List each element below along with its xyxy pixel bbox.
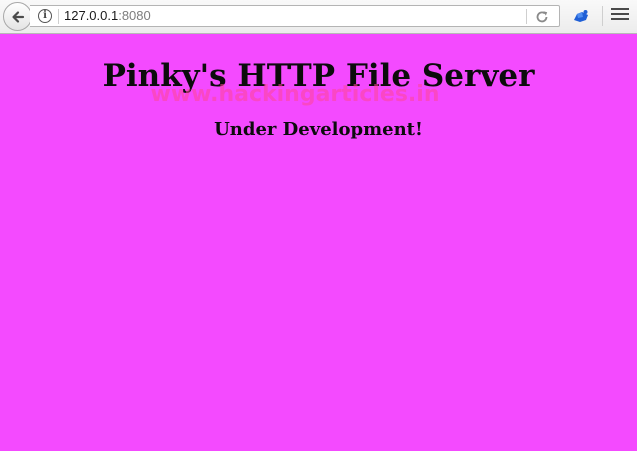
back-button[interactable]	[3, 2, 32, 31]
menu-bar-line	[611, 18, 629, 20]
reload-button[interactable]	[533, 8, 551, 25]
browser-toolbar: i 127.0.0.1:8080	[0, 0, 637, 34]
hamburger-menu-icon[interactable]	[611, 8, 629, 24]
menu-bar-line	[611, 13, 629, 15]
reload-icon	[536, 10, 548, 22]
back-arrow-icon	[11, 10, 24, 23]
page-subtitle: Under Development!	[214, 119, 423, 140]
url-text[interactable]: 127.0.0.1:8080	[64, 8, 151, 24]
url-separator	[58, 9, 59, 24]
url-port: :8080	[118, 8, 151, 23]
toolbar-separator	[602, 6, 603, 26]
watermark: www.hackingarticles.in	[150, 82, 440, 107]
info-icon[interactable]: i	[38, 9, 52, 23]
url-separator-right	[526, 9, 527, 24]
page-content: Pinky's HTTP File Server www.hackingarti…	[0, 35, 637, 451]
extension-icon	[574, 10, 588, 22]
url-bar[interactable]: i 127.0.0.1:8080	[30, 5, 560, 27]
url-host: 127.0.0.1	[64, 8, 119, 23]
menu-bar-line	[611, 8, 629, 10]
extension-button[interactable]	[571, 6, 591, 26]
